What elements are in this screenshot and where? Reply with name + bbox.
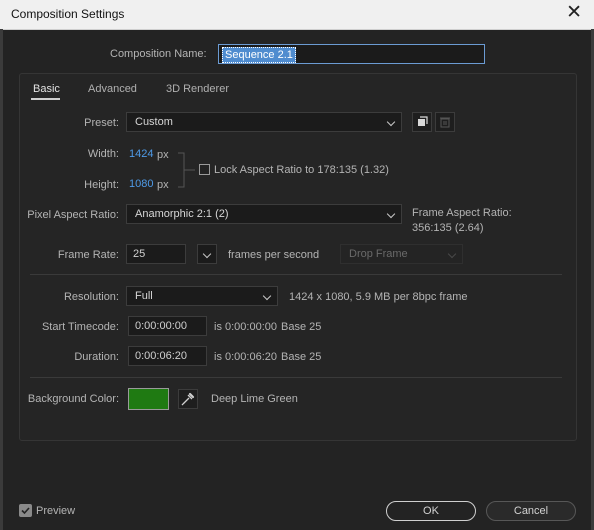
checkmark-icon: [21, 507, 30, 515]
duration-base: Base 25: [281, 351, 322, 363]
pixel-aspect-value: Anamorphic 2:1 (2): [135, 208, 229, 220]
tab-basic[interactable]: Basic: [33, 83, 60, 95]
frame-rate-input[interactable]: 25: [126, 244, 186, 264]
composition-name-input[interactable]: Sequence 2.1: [218, 44, 485, 64]
frame-rate-dropdown[interactable]: [197, 244, 217, 264]
trash-icon: [440, 117, 450, 128]
window-border-left: [0, 29, 3, 530]
close-icon[interactable]: ✕: [566, 3, 582, 23]
title-bar: Composition Settings ✕: [0, 0, 594, 30]
duration-info: is 0:00:06:20: [214, 351, 277, 363]
start-timecode-info: is 0:00:00:00: [214, 321, 277, 333]
drop-frame-dropdown[interactable]: Drop Frame: [340, 244, 463, 264]
lock-aspect-label: Lock Aspect Ratio to 178:135 (1.32): [214, 164, 389, 176]
tab-advanced[interactable]: Advanced: [88, 83, 137, 95]
lock-aspect-checkbox[interactable]: [199, 164, 210, 175]
chevron-down-icon: [386, 209, 396, 219]
resolution-info: 1424 x 1080, 5.9 MB per 8bpc frame: [289, 291, 468, 303]
ok-button[interactable]: OK: [386, 501, 476, 521]
pixel-aspect-label: Pixel Aspect Ratio:: [27, 209, 119, 221]
duration-label: Duration:: [74, 351, 119, 363]
lock-bracket-icon: [178, 152, 195, 188]
save-preset-button[interactable]: [412, 112, 432, 132]
delete-preset-button[interactable]: [435, 112, 455, 132]
height-unit: px: [157, 179, 169, 191]
active-tab-indicator: [31, 98, 60, 100]
preset-dropdown[interactable]: Custom: [126, 112, 402, 132]
duration-value: 0:00:06:20: [135, 350, 187, 362]
chevron-down-icon: [386, 117, 396, 127]
width-value[interactable]: 1424: [129, 148, 153, 160]
chevron-down-icon: [202, 249, 212, 259]
frame-rate-label: Frame Rate:: [57, 249, 119, 261]
resolution-value: Full: [135, 290, 153, 302]
chevron-down-icon: [447, 249, 457, 259]
composition-name-value: Sequence 2.1: [222, 47, 296, 63]
preview-checkbox[interactable]: [19, 504, 32, 517]
resolution-dropdown[interactable]: Full: [126, 286, 278, 306]
divider: [30, 274, 562, 275]
tab-3d-renderer[interactable]: 3D Renderer: [166, 83, 229, 95]
pixel-aspect-dropdown[interactable]: Anamorphic 2:1 (2): [126, 204, 402, 224]
background-color-swatch[interactable]: [128, 388, 169, 410]
divider: [30, 377, 562, 378]
save-preset-icon: [418, 116, 428, 126]
window-title: Composition Settings: [11, 7, 125, 21]
resolution-label: Resolution:: [63, 291, 119, 303]
chevron-down-icon: [262, 291, 272, 301]
start-timecode-label: Start Timecode:: [41, 321, 119, 333]
frame-aspect-value: 356:135 (2.64): [412, 222, 484, 234]
height-label: Height:: [84, 179, 119, 191]
duration-input[interactable]: 0:00:06:20: [128, 346, 207, 366]
cancel-button[interactable]: Cancel: [486, 501, 576, 521]
frame-rate-unit: frames per second: [228, 249, 320, 261]
width-label: Width:: [87, 148, 119, 160]
eyedropper-icon: [181, 392, 195, 406]
start-timecode-input[interactable]: 0:00:00:00: [128, 316, 207, 336]
drop-frame-value: Drop Frame: [349, 248, 408, 260]
width-unit: px: [157, 149, 169, 161]
preview-label: Preview: [36, 505, 76, 517]
height-value[interactable]: 1080: [129, 178, 153, 190]
background-color-name: Deep Lime Green: [211, 393, 298, 405]
frame-aspect-label: Frame Aspect Ratio:: [412, 207, 512, 219]
eyedropper-button[interactable]: [178, 389, 198, 409]
preset-value: Custom: [135, 116, 173, 128]
start-timecode-value: 0:00:00:00: [135, 320, 187, 332]
composition-name-label: Composition Name:: [110, 48, 207, 60]
frame-rate-value: 25: [133, 248, 146, 260]
start-timecode-base: Base 25: [281, 321, 322, 333]
preset-label: Preset:: [84, 117, 119, 129]
background-color-label: Background Color:: [27, 393, 119, 405]
